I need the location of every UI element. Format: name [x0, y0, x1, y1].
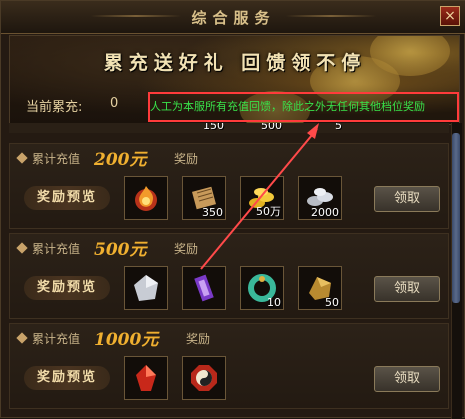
taiji-octagon-icon — [191, 365, 217, 391]
tier-amount: 200元 — [94, 150, 147, 170]
flame-orb-icon — [135, 186, 157, 211]
close-button[interactable]: × — [440, 6, 460, 26]
tier-list: 150 500 5 累计充值 200元 奖励 奖励预览 350 50万 2000… — [9, 123, 449, 419]
banner-title: 累充送好礼 回馈领不停 — [103, 52, 367, 74]
service-window: 综合服务 × 累充送好礼 回馈领不停 当前累充: 0 150 500 5 累计充… — [0, 0, 465, 419]
accumulated-label: 当前累充: — [26, 100, 83, 115]
title-ornament-right — [286, 15, 376, 17]
previous-tier-partial: 150 500 5 — [9, 123, 449, 133]
reward-slot[interactable] — [182, 356, 226, 400]
reward-slot[interactable] — [124, 266, 168, 310]
reward-slot[interactable]: 350 — [182, 176, 226, 220]
reward-slot[interactable]: 50 — [298, 266, 342, 310]
item-quantity: 10 — [267, 296, 281, 309]
red-crystal-icon — [136, 365, 156, 391]
item-quantity: 50 — [325, 296, 339, 309]
purple-talisman-icon — [194, 274, 214, 302]
reward-slot[interactable] — [124, 176, 168, 220]
reward-tier-500: 累计充值 500元 奖励 奖励预览 10 50 领取 — [9, 233, 449, 319]
tier-amount: 1000元 — [94, 330, 159, 350]
diamond-bullet-icon — [16, 152, 28, 164]
reward-slot[interactable]: 50万 — [240, 176, 284, 220]
silver-stone-icon — [134, 275, 158, 301]
item-quantity: 500 — [261, 123, 282, 132]
tier-suffix: 奖励 — [174, 242, 199, 256]
item-quantity: 5 — [335, 123, 342, 132]
tier-prefix: 累计充值 — [32, 332, 81, 346]
title-bar[interactable]: 综合服务 × — [1, 1, 465, 34]
reward-tier-1000: 累计充值 1000元 奖励 奖励预览 领取 — [9, 323, 449, 409]
claim-button[interactable]: 领取 — [374, 276, 440, 302]
reward-slot[interactable]: 10 — [240, 266, 284, 310]
item-quantity: 350 — [202, 206, 223, 219]
scrollbar-thumb[interactable] — [452, 133, 460, 303]
reward-slot[interactable] — [182, 266, 226, 310]
tier-prefix: 累计充值 — [32, 152, 81, 166]
tier-prefix: 累计充值 — [32, 242, 81, 256]
claim-button[interactable]: 领取 — [374, 186, 440, 212]
close-icon: × — [444, 8, 456, 24]
item-quantity: 50万 — [256, 205, 281, 218]
reward-slot[interactable]: 2000 — [298, 176, 342, 220]
tier-amount: 500元 — [94, 240, 147, 260]
diamond-bullet-icon — [16, 332, 28, 344]
reward-preview-label: 奖励预览 — [24, 366, 110, 390]
diamond-bullet-icon — [16, 242, 28, 254]
item-quantity: 2000 — [311, 206, 339, 219]
accumulated-value: 0 — [110, 96, 119, 111]
annotation-text: 人工为本服所有充值回馈，除此之外无任何其他档位奖励 — [150, 100, 425, 113]
item-quantity: 150 — [203, 123, 224, 132]
tier-suffix: 奖励 — [186, 332, 211, 346]
reward-preview-label: 奖励预览 — [24, 186, 110, 210]
reward-tier-200: 累计充值 200元 奖励 奖励预览 350 50万 2000 领取 — [9, 143, 449, 229]
reward-slot[interactable] — [124, 356, 168, 400]
window-title: 综合服务 — [191, 9, 276, 27]
claim-button[interactable]: 领取 — [374, 366, 440, 392]
reward-preview-label: 奖励预览 — [24, 276, 110, 300]
tier-suffix: 奖励 — [174, 152, 199, 166]
